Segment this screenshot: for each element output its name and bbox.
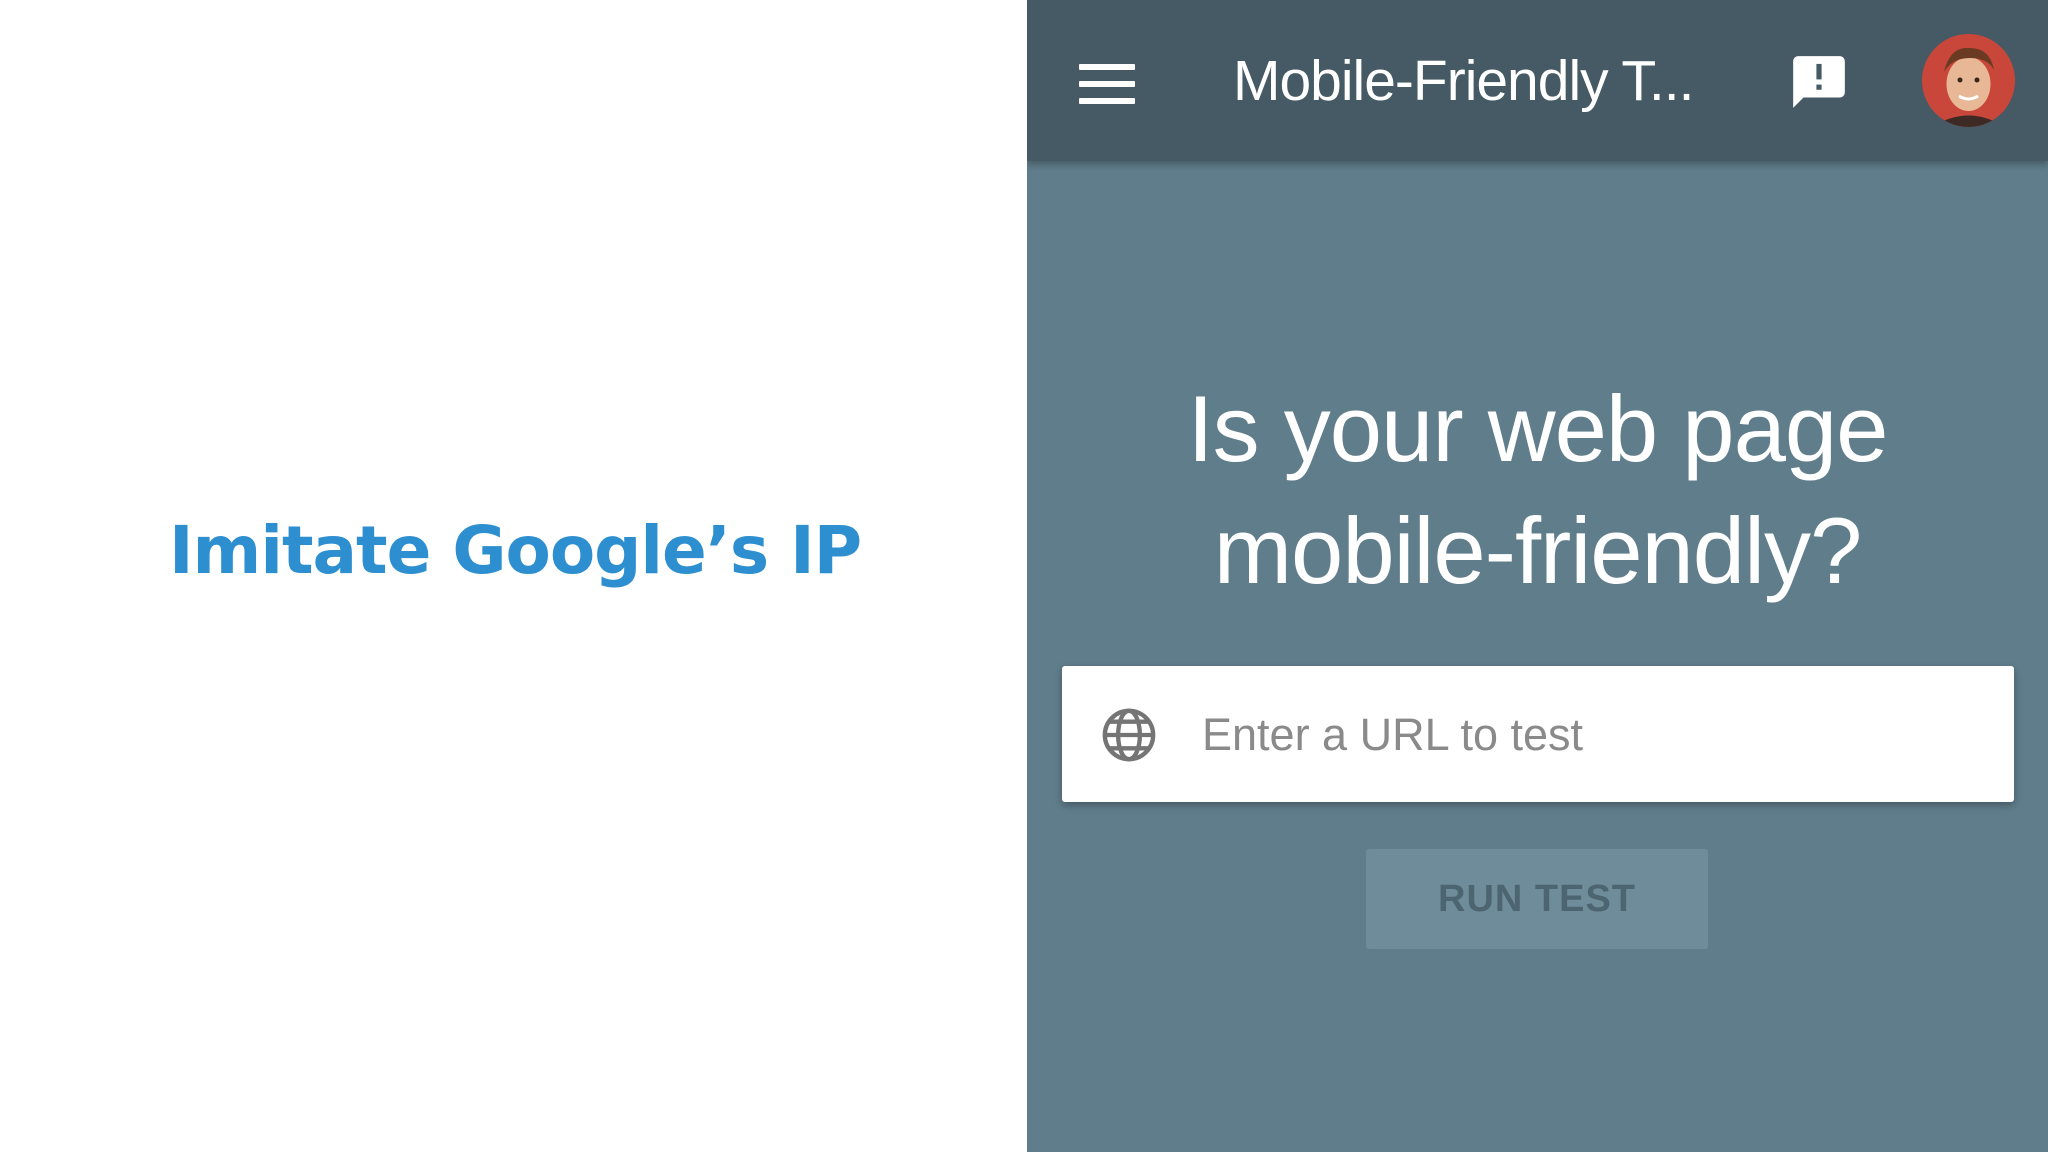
globe-icon bbox=[1102, 708, 1156, 762]
avatar[interactable] bbox=[1922, 34, 2015, 127]
url-input-box bbox=[1062, 666, 2014, 802]
feedback-icon[interactable] bbox=[1788, 51, 1850, 113]
app-title: Mobile-Friendly T... bbox=[1233, 49, 1694, 113]
headline-line-2: mobile-friendly? bbox=[1213, 498, 1863, 603]
headline-line-1: Is your web page bbox=[1187, 376, 1889, 481]
url-input[interactable] bbox=[1200, 700, 1984, 770]
slide-left-panel: Imitate Google’s IP bbox=[0, 0, 1027, 1152]
mobile-friendly-test-app: Mobile-Friendly T... Is your web page mo… bbox=[1027, 0, 2048, 1152]
slide-title: Imitate Google’s IP bbox=[169, 512, 862, 589]
app-bar: Mobile-Friendly T... bbox=[1027, 0, 2048, 161]
headline: Is your web page mobile-friendly? bbox=[1027, 368, 2048, 612]
menu-icon[interactable] bbox=[1079, 64, 1135, 104]
run-test-button[interactable]: RUN TEST bbox=[1366, 849, 1708, 949]
